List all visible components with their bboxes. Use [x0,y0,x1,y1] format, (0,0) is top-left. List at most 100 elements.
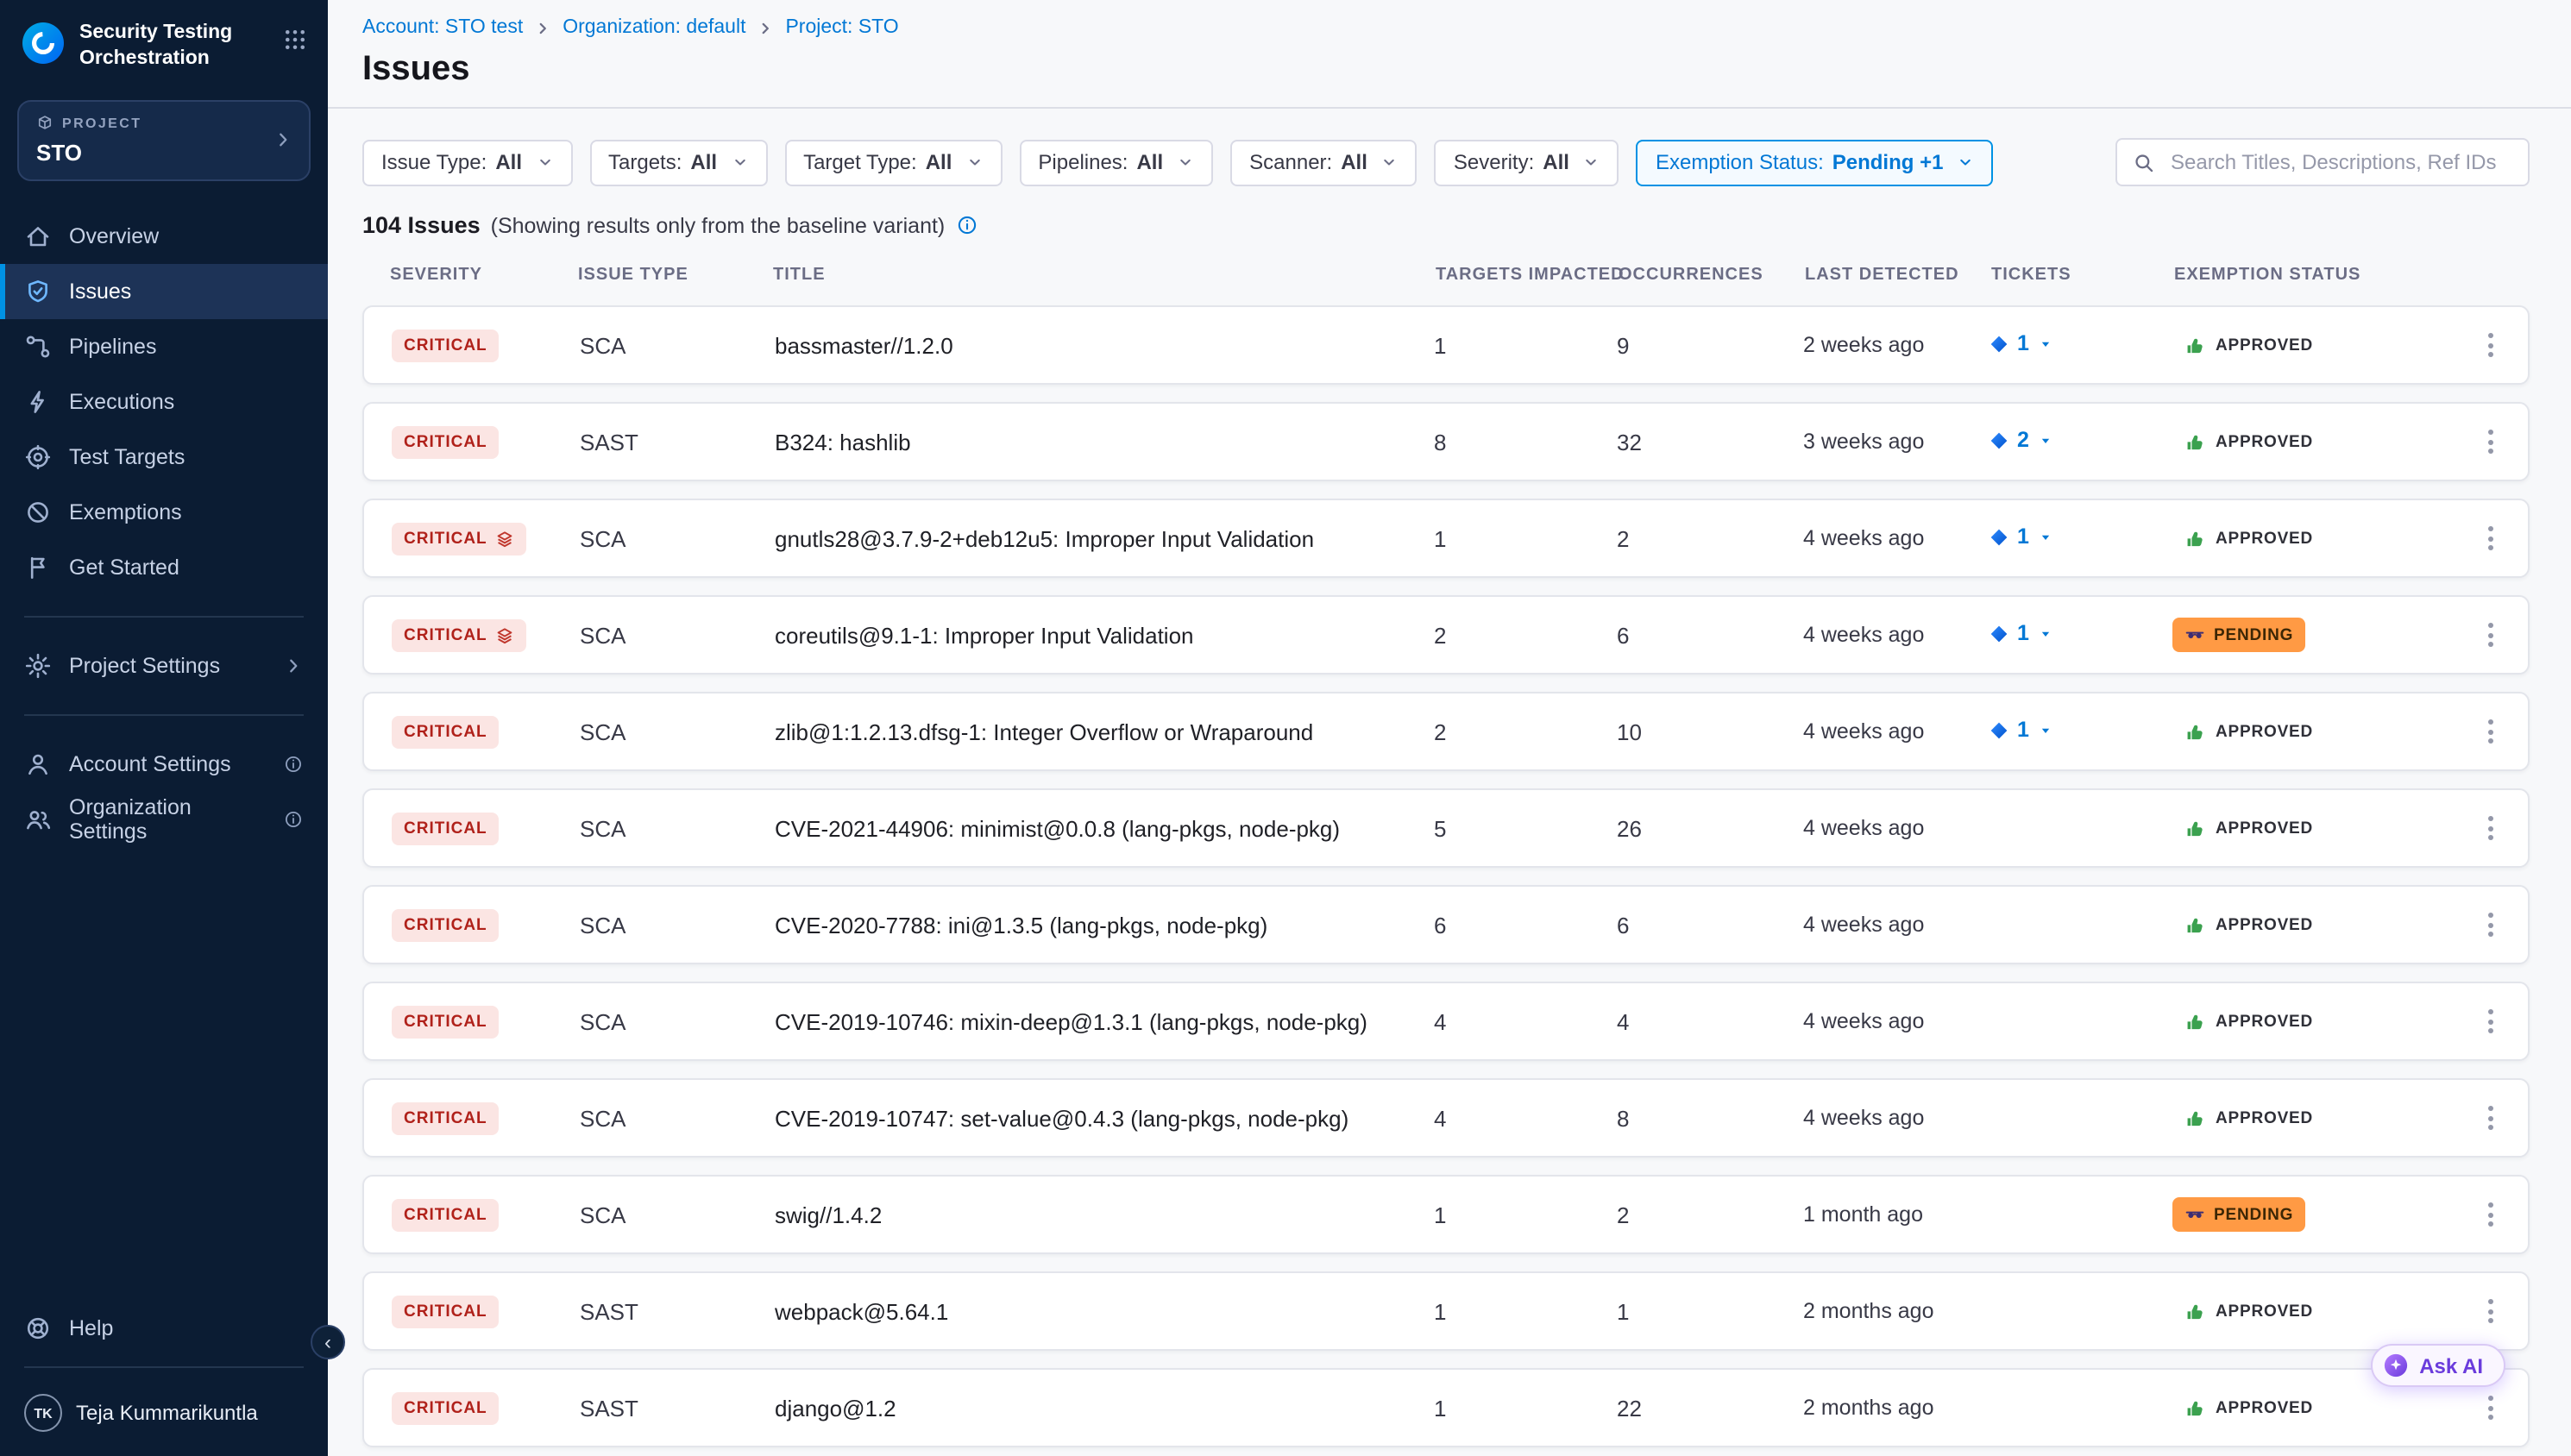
sidebar-item-organization-settings[interactable]: Organization Settings [0,792,328,847]
last-detected-cell: 4 weeks ago [1803,623,1990,647]
issue-row[interactable]: CRITICAL SCA CVE-2019-10746: mixin-deep@… [362,982,2530,1061]
issue-row[interactable]: CRITICAL SCA CVE-2019-10747: set-value@0… [362,1078,2530,1158]
tickets-cell: 1 [1990,719,2172,745]
people-icon [24,806,52,833]
sidebar-item-issues[interactable]: Issues [0,264,328,319]
info-icon[interactable] [283,754,304,775]
last-detected-cell: 3 weeks ago [1803,430,1990,454]
project-selector[interactable]: PROJECT STO [17,100,311,181]
row-menu-icon[interactable] [2469,421,2511,462]
issue-title[interactable]: zlib@1:1.2.13.dfsg-1: Integer Overflow o… [775,719,1434,744]
filter-exemption-status[interactable]: Exemption Status: Pending +1 [1637,139,1994,185]
tickets-cell: 1 [1990,525,2172,552]
last-detected-cell: 4 weeks ago [1803,816,1990,840]
jira-ticket-chip[interactable]: 1 [1990,332,2053,356]
row-actions-cell [2466,1387,2514,1428]
row-actions-cell [2466,614,2514,656]
issue-title[interactable]: webpack@5.64.1 [775,1298,1434,1324]
issue-row[interactable]: CRITICAL SCA swig//1.4.2 1 2 1 month ago… [362,1175,2530,1254]
row-menu-icon[interactable] [2469,1290,2511,1332]
sidebar-item-help[interactable]: Help [0,1301,328,1356]
user-menu[interactable]: TK Teja Kummarikuntla [0,1378,328,1456]
filter-target-type[interactable]: Target Type: All [784,139,1002,185]
filter-severity[interactable]: Severity: All [1435,139,1619,185]
exemption-status-badge: APPROVED [2172,1100,2325,1136]
sidebar-item-test-targets[interactable]: Test Targets [0,430,328,485]
issue-title[interactable]: CVE-2020-7788: ini@1.3.5 (lang-pkgs, nod… [775,912,1434,938]
issue-type-cell: SCA [580,815,775,841]
severity-cell: CRITICAL [392,618,580,651]
row-menu-icon[interactable] [2469,807,2511,849]
row-menu-icon[interactable] [2469,614,2511,656]
issues-table-body: CRITICAL SCA bassmaster//1.2.0 1 9 2 wee… [362,305,2530,1447]
issue-title[interactable]: B324: hashlib [775,429,1434,455]
filter-issue-type[interactable]: Issue Type: All [362,139,572,185]
project-label: PROJECT [62,116,141,132]
filter-pipelines[interactable]: Pipelines: All [1019,139,1213,185]
module-grid-icon[interactable] [283,28,307,60]
sidebar-collapse-button[interactable]: ‹ [311,1325,345,1359]
issue-title[interactable]: CVE-2019-10746: mixin-deep@1.3.1 (lang-p… [775,1008,1434,1034]
issue-row[interactable]: CRITICAL SCA CVE-2021-44906: minimist@0.… [362,788,2530,868]
issue-title[interactable]: CVE-2019-10747: set-value@0.4.3 (lang-pk… [775,1105,1434,1131]
lightning-icon [24,388,52,416]
sidebar-item-get-started[interactable]: Get Started [0,540,328,595]
row-actions-cell [2466,1194,2514,1235]
row-menu-icon[interactable] [2469,1097,2511,1139]
issue-title[interactable]: bassmaster//1.2.0 [775,332,1434,358]
issue-row[interactable]: CRITICAL SCA zlib@1:1.2.13.dfsg-1: Integ… [362,692,2530,771]
issue-row[interactable]: CRITICAL SCA bassmaster//1.2.0 1 9 2 wee… [362,305,2530,385]
sidebar-item-pipelines[interactable]: Pipelines [0,319,328,374]
ask-ai-button[interactable]: Ask AI [2371,1344,2505,1387]
issue-row[interactable]: CRITICAL SAST django@1.2 1 22 2 months a… [362,1368,2530,1447]
breadcrumb-account-link[interactable]: Account: STO test [362,17,523,38]
filter-value: All [926,150,952,174]
row-menu-icon[interactable] [2469,518,2511,559]
filter-label: Issue Type: [381,150,487,174]
row-actions-cell [2466,711,2514,752]
row-menu-icon[interactable] [2469,711,2511,752]
row-menu-icon[interactable] [2469,1194,2511,1235]
filter-targets[interactable]: Targets: All [589,139,767,185]
exemption-status-cell: PENDING [2172,1197,2466,1232]
info-icon[interactable] [283,809,304,830]
search-input[interactable] [2167,148,2512,176]
issue-row[interactable]: CRITICAL SCA CVE-2020-7788: ini@1.3.5 (l… [362,885,2530,964]
harness-logo-icon[interactable] [21,21,66,66]
issue-row[interactable]: CRITICAL SCA gnutls28@3.7.9-2+deb12u5: I… [362,499,2530,578]
exemption-status-cell: PENDING [2172,618,2466,652]
jira-ticket-chip[interactable]: 1 [1990,525,2053,549]
jira-ticket-chip[interactable]: 1 [1990,719,2053,743]
breadcrumb-org-link[interactable]: Organization: default [563,17,745,38]
info-icon[interactable] [955,214,977,236]
issue-title[interactable]: CVE-2021-44906: minimist@0.0.8 (lang-pkg… [775,815,1434,841]
row-menu-icon[interactable] [2469,1387,2511,1428]
issue-title[interactable]: swig//1.4.2 [775,1202,1434,1227]
issue-title[interactable]: django@1.2 [775,1395,1434,1421]
search-box [2115,138,2530,186]
row-actions-cell [2466,807,2514,849]
issue-row[interactable]: CRITICAL SAST B324: hashlib 8 32 3 weeks… [362,402,2530,481]
sidebar-item-executions[interactable]: Executions [0,374,328,430]
sidebar-item-label: Help [69,1316,113,1340]
issue-title[interactable]: coreutils@9.1-1: Improper Input Validati… [775,622,1434,648]
sidebar-item-exemptions[interactable]: Exemptions [0,485,328,540]
issue-row[interactable]: CRITICAL SAST webpack@5.64.1 1 1 2 month… [362,1271,2530,1351]
chevron-down-icon [731,154,748,171]
thumbs-up-icon [2184,720,2207,743]
filter-scanner[interactable]: Scanner: All [1230,139,1418,185]
issue-row[interactable]: CRITICAL SCA coreutils@9.1-1: Improper I… [362,595,2530,675]
issue-type-cell: SCA [580,1008,775,1034]
sidebar-item-project-settings[interactable]: Project Settings [0,638,328,693]
targets-impacted-cell: 6 [1434,912,1617,938]
issue-count: 104 Issues [362,212,481,238]
jira-ticket-chip[interactable]: 2 [1990,429,2053,453]
sidebar-item-overview[interactable]: Overview [0,209,328,264]
breadcrumb-project-link[interactable]: Project: STO [785,17,898,38]
row-menu-icon[interactable] [2469,1001,2511,1042]
row-menu-icon[interactable] [2469,324,2511,366]
issue-title[interactable]: gnutls28@3.7.9-2+deb12u5: Improper Input… [775,525,1434,551]
sidebar-item-account-settings[interactable]: Account Settings [0,737,328,792]
jira-ticket-chip[interactable]: 1 [1990,622,2053,646]
row-menu-icon[interactable] [2469,904,2511,945]
